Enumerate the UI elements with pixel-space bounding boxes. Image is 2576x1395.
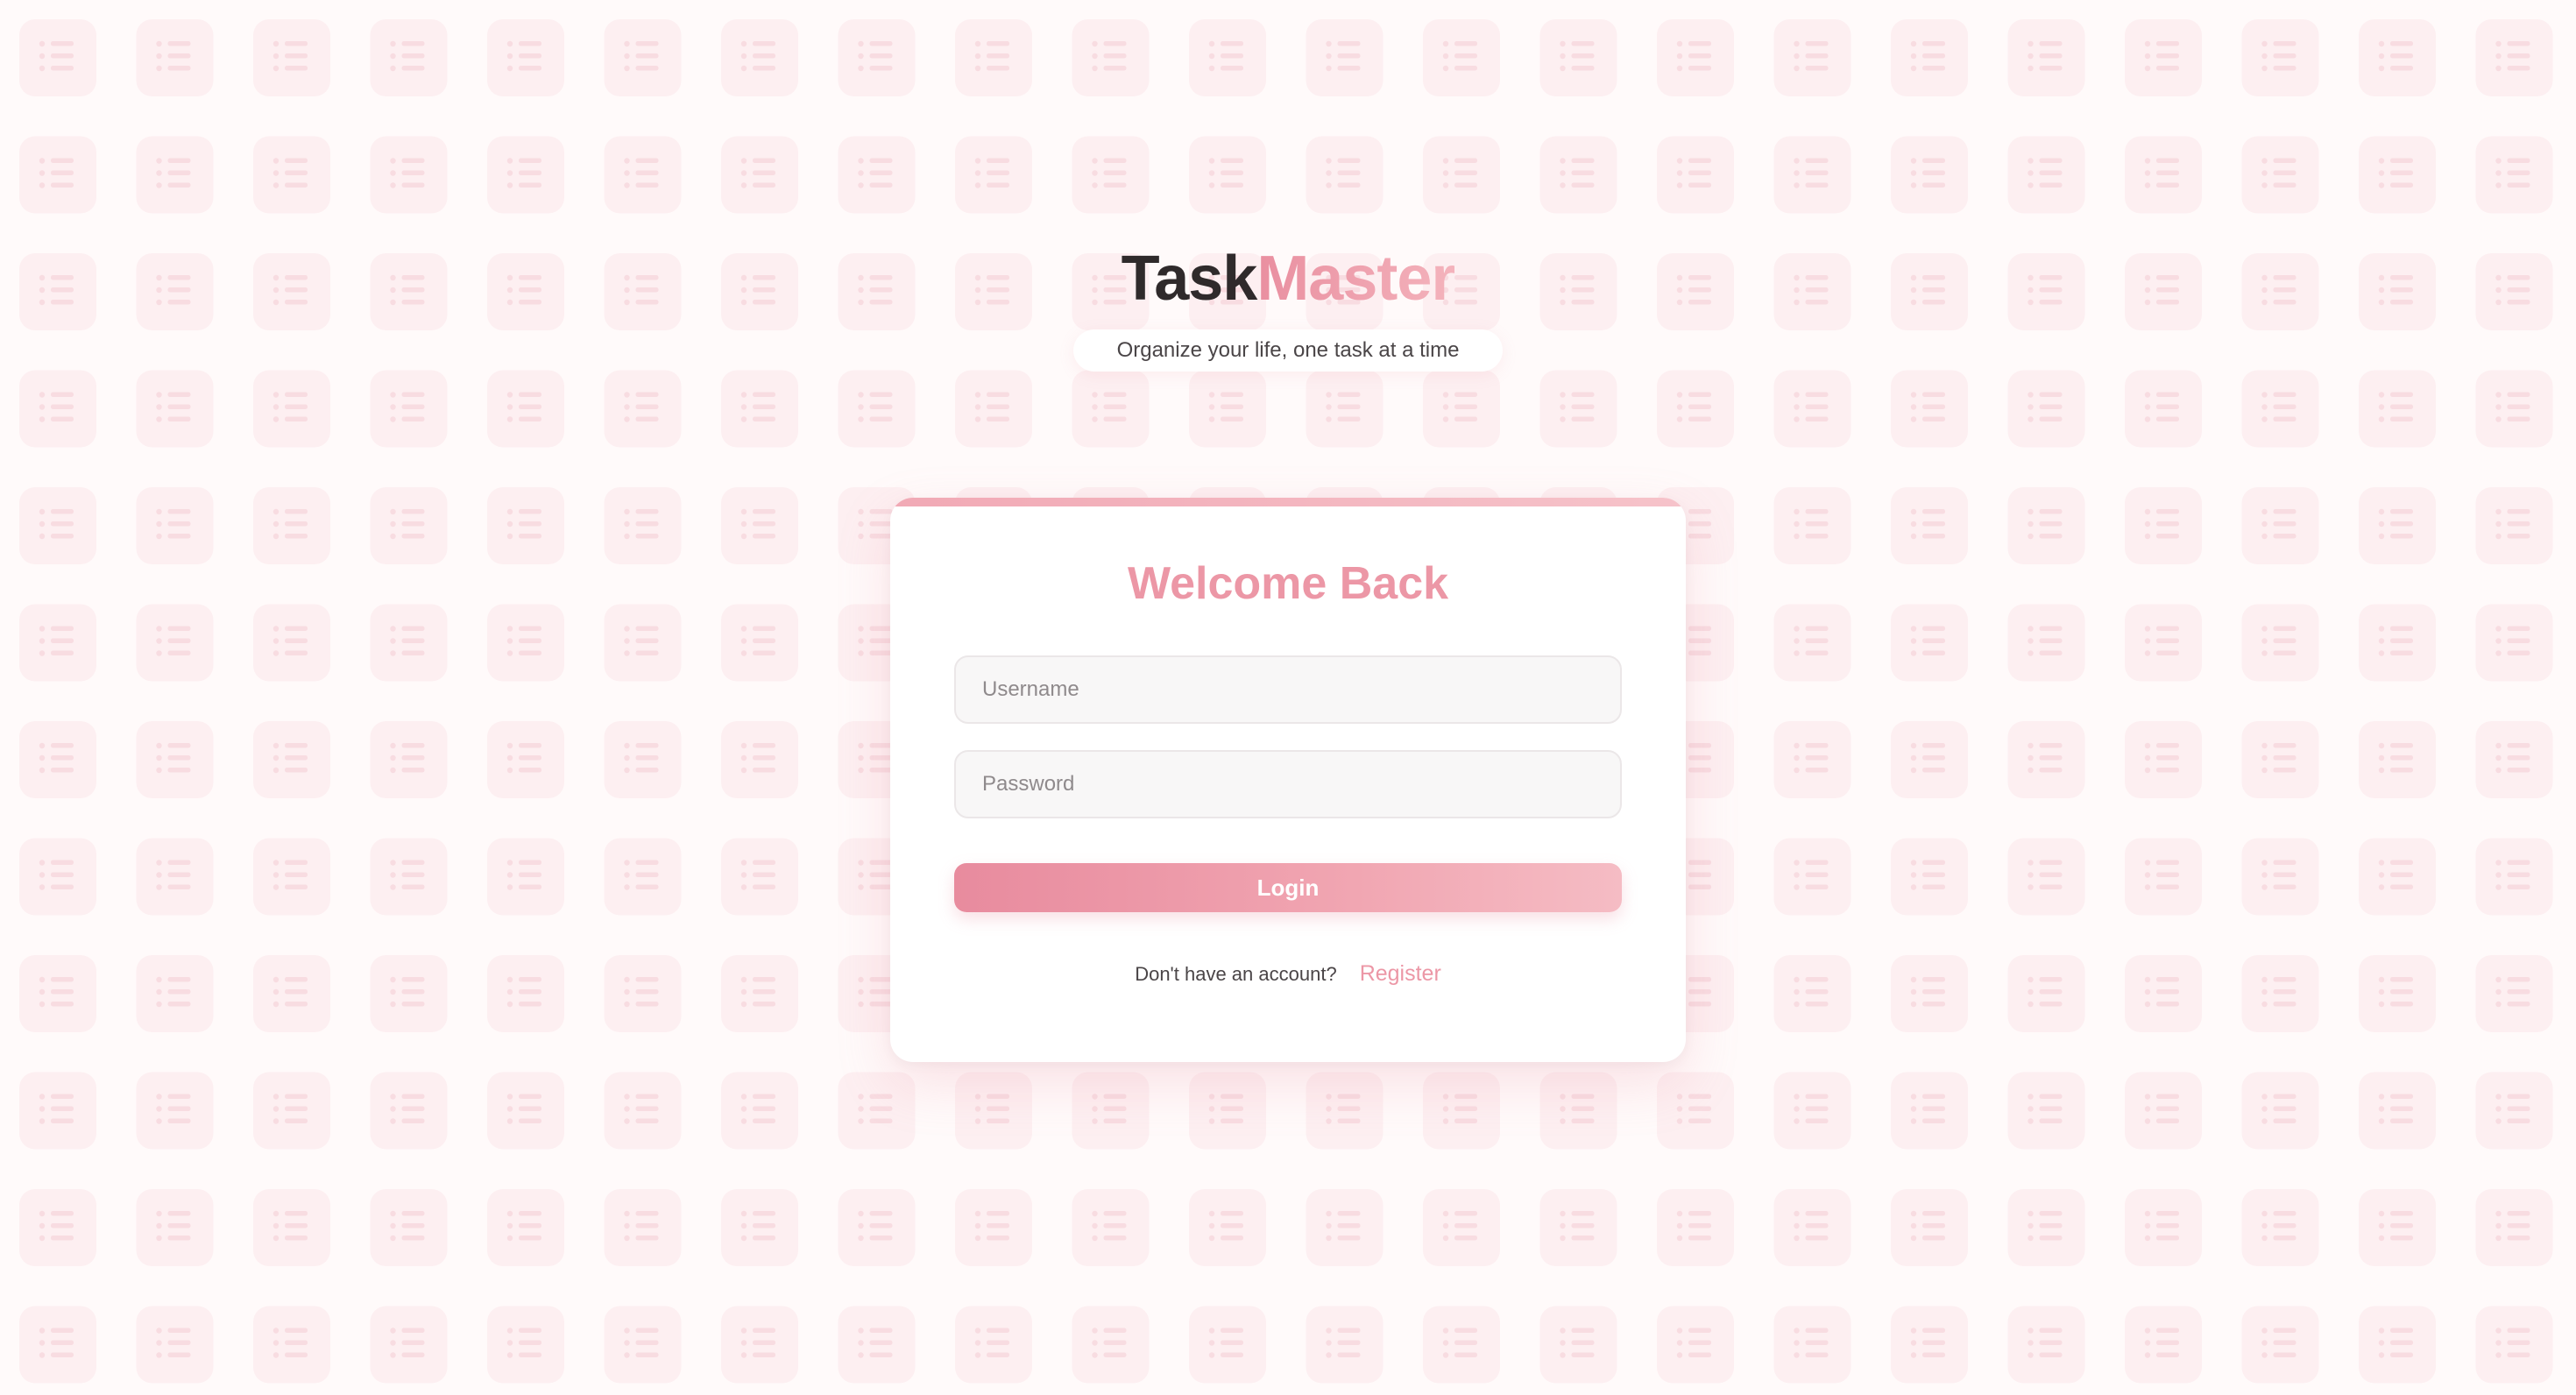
login-button[interactable]: Login [954, 863, 1622, 912]
tagline: Organize your life, one task at a time [1073, 329, 1503, 372]
logo-text-master: Master [1256, 244, 1455, 314]
username-input[interactable] [954, 655, 1622, 724]
app-logo: TaskMaster [0, 237, 2576, 321]
register-prompt: Don't have an account? [1135, 963, 1337, 985]
logo-text-task: Task [1121, 244, 1258, 314]
password-input[interactable] [954, 750, 1622, 818]
card-accent-bar [890, 498, 1686, 506]
login-title: Welcome Back [1127, 558, 1449, 609]
login-card: Welcome Back Login Don't have an account… [890, 498, 1686, 1062]
register-row: Don't have an account? Register [890, 959, 1686, 989]
register-link[interactable]: Register [1360, 961, 1441, 986]
